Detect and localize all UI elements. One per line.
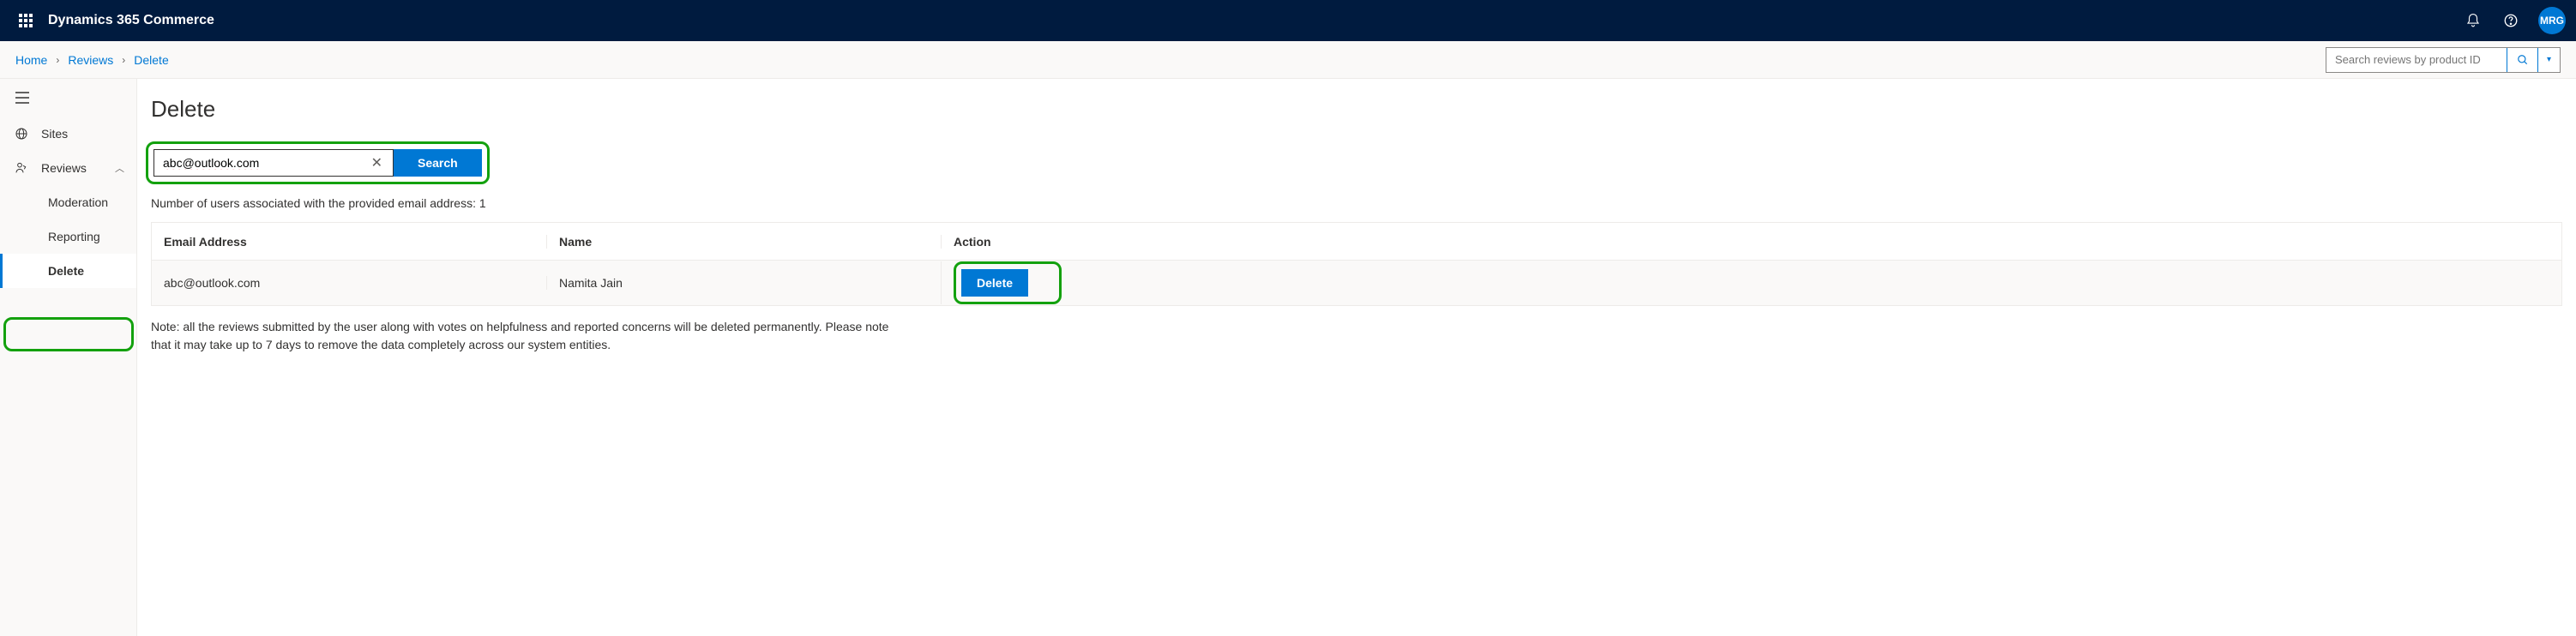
chevron-up-icon: ︿ — [115, 161, 124, 175]
col-header-name: Name — [546, 235, 941, 249]
breadcrumb-reviews[interactable]: Reviews — [68, 53, 113, 67]
header-left: Dynamics 365 Commerce — [10, 0, 2456, 41]
sidebar-item-label: Moderation — [48, 195, 108, 209]
app-title: Dynamics 365 Commerce — [48, 13, 214, 28]
sidebar-item-label: Delete — [48, 264, 84, 278]
results-table: Email Address Name Action abc@outlook.co… — [151, 222, 2562, 306]
app-header: Dynamics 365 Commerce MRG — [0, 0, 2576, 41]
notifications-icon[interactable] — [2456, 0, 2490, 41]
sidebar-item-reporting[interactable]: Reporting — [0, 219, 136, 254]
highlight-box: Delete — [954, 261, 1062, 304]
avatar[interactable]: MRG — [2538, 7, 2566, 34]
note-text: Note: all the reviews submitted by the u… — [151, 318, 906, 354]
sidebar-item-delete[interactable]: Delete — [0, 254, 136, 288]
delete-button[interactable]: Delete — [961, 269, 1028, 297]
close-icon[interactable]: ✕ — [368, 154, 386, 171]
main: Delete ✕ Search Number of users associat… — [137, 79, 2576, 636]
search-icon[interactable] — [2507, 48, 2537, 72]
sidebar-item-label: Reviews — [41, 161, 87, 175]
cell-action: Delete — [941, 261, 2561, 304]
email-field[interactable] — [163, 156, 368, 170]
sidebar-item-label: Sites — [41, 127, 68, 141]
help-icon[interactable] — [2494, 0, 2528, 41]
breadcrumb-home[interactable]: Home — [15, 53, 47, 67]
email-search-row: ✕ Search — [146, 141, 490, 184]
result-count: Number of users associated with the prov… — [151, 196, 2576, 210]
breadcrumb-bar: Home › Reviews › Delete ▾ — [0, 41, 2576, 79]
breadcrumb: Home › Reviews › Delete — [15, 53, 169, 67]
globe-icon — [14, 127, 29, 141]
chevron-right-icon: › — [122, 54, 125, 66]
hamburger-icon[interactable] — [0, 79, 136, 117]
top-search-group: ▾ — [2326, 47, 2561, 73]
person-icon — [14, 161, 29, 175]
chevron-right-icon: › — [56, 54, 59, 66]
waffle-icon[interactable] — [10, 0, 41, 41]
sidebar-item-sites[interactable]: Sites — [0, 117, 136, 151]
sidebar-item-reviews[interactable]: Reviews ︿ — [0, 151, 136, 185]
header-right: MRG — [2456, 0, 2566, 41]
table-row: abc@outlook.com Namita Jain Delete — [152, 261, 2561, 305]
search-dropdown[interactable]: ▾ — [2537, 48, 2560, 72]
page-title: Delete — [151, 96, 2576, 123]
email-input-wrap: ✕ — [153, 149, 394, 177]
col-header-email: Email Address — [152, 235, 546, 249]
search-button[interactable]: Search — [394, 149, 482, 177]
sidebar-item-label: Reporting — [48, 230, 100, 243]
cell-name: Namita Jain — [546, 276, 941, 290]
highlight-box — [3, 317, 134, 351]
breadcrumb-delete[interactable]: Delete — [134, 53, 168, 67]
search-input[interactable] — [2326, 48, 2507, 72]
layout: Sites Reviews ︿ Moderation Reporting Del… — [0, 79, 2576, 636]
table-header: Email Address Name Action — [152, 223, 2561, 261]
sidebar: Sites Reviews ︿ Moderation Reporting Del… — [0, 79, 137, 636]
col-header-action: Action — [941, 235, 2561, 249]
cell-email: abc@outlook.com — [152, 276, 546, 290]
sidebar-item-moderation[interactable]: Moderation — [0, 185, 136, 219]
